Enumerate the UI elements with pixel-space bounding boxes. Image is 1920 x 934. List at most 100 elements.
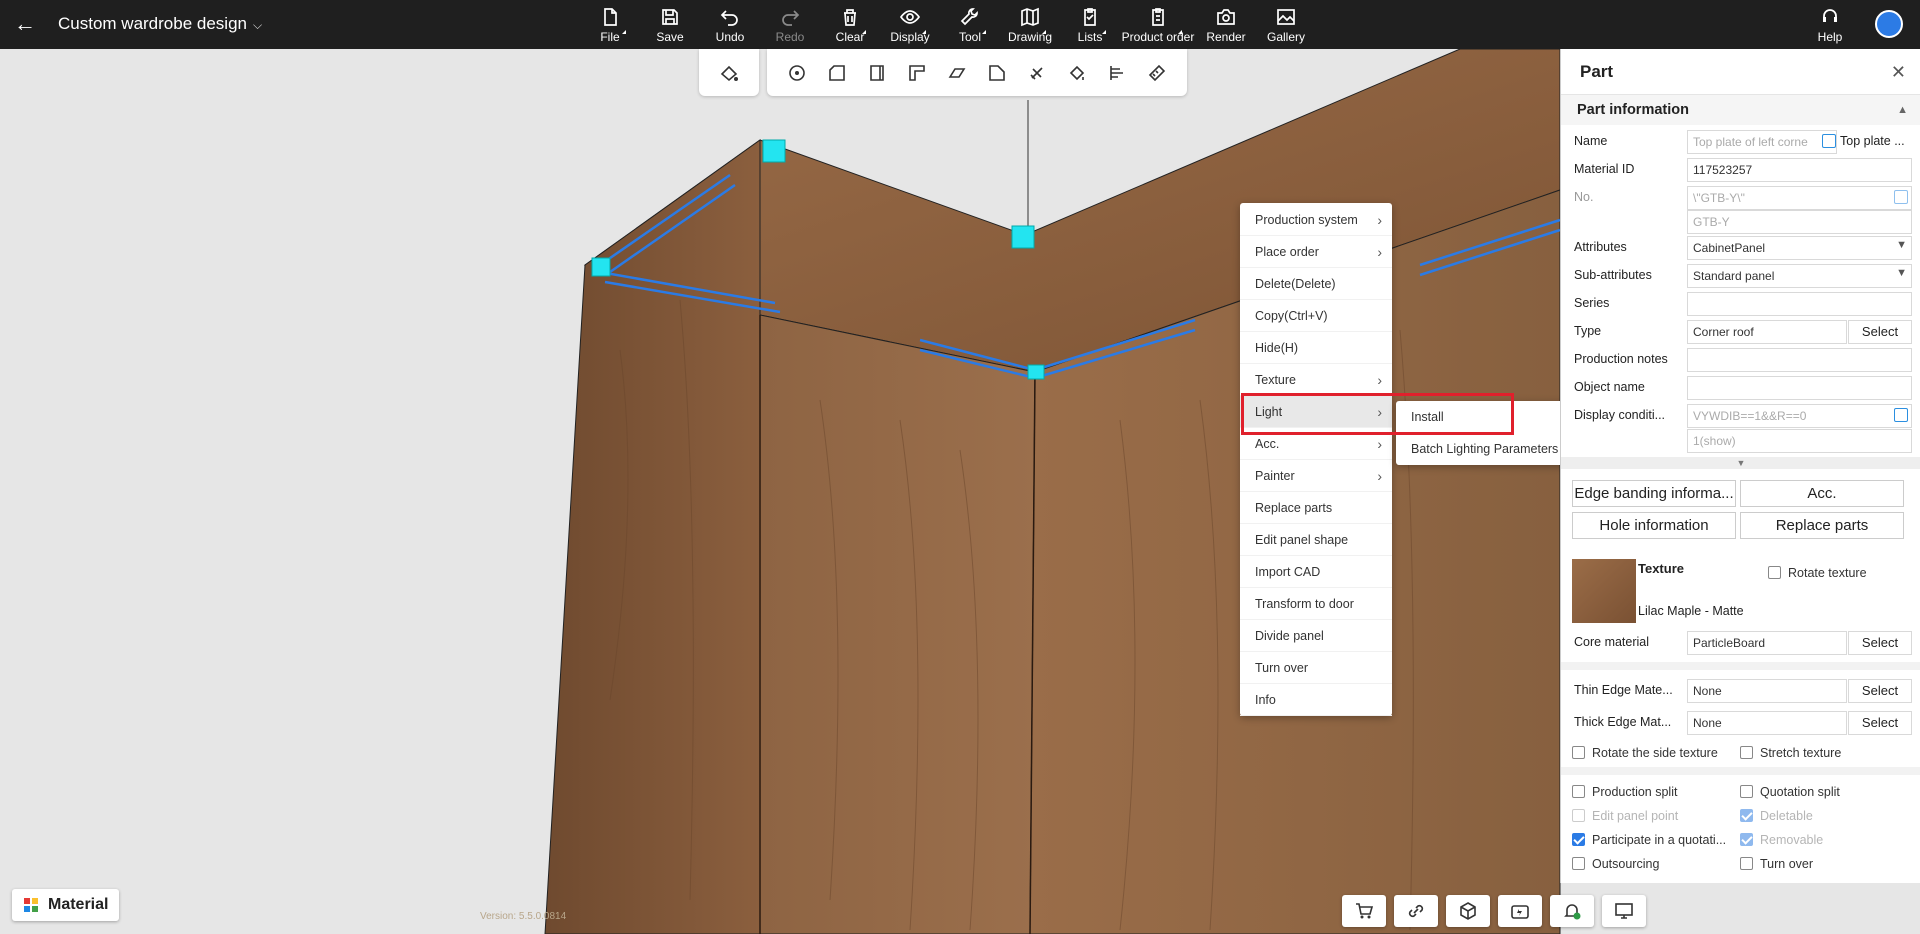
thick-edge-select-button[interactable]: Select — [1848, 711, 1912, 735]
cube-button[interactable] — [1446, 895, 1490, 927]
brush-icon[interactable] — [1017, 55, 1057, 91]
toolbar-save-button[interactable]: Save — [640, 2, 700, 48]
menu-item-texture[interactable]: Texture › — [1240, 364, 1392, 396]
material-button[interactable]: Material — [12, 889, 119, 921]
bevel-icon[interactable] — [937, 55, 977, 91]
cart-button[interactable] — [1342, 895, 1386, 927]
toolbar-gallery-label: Gallery — [1266, 29, 1305, 44]
rotate-side-texture-checkbox[interactable]: Rotate the side texture — [1572, 746, 1718, 760]
menu-item-divide-panel[interactable]: Divide panel — [1240, 620, 1392, 652]
align-left-icon[interactable] — [1097, 55, 1137, 91]
production-notes-label: Production notes — [1574, 352, 1668, 366]
save-icon — [662, 8, 678, 25]
texture-swatch[interactable] — [1572, 559, 1636, 623]
menu-item-production-system[interactable]: Production system › — [1240, 204, 1392, 236]
no-formula-field[interactable]: \"GTB-Y\" — [1687, 186, 1912, 210]
collapse-icon[interactable]: ▲ — [1897, 95, 1908, 125]
back-arrow-icon[interactable]: ← — [12, 12, 38, 38]
point-snap-icon[interactable] — [777, 55, 817, 91]
checkbox-icon — [1768, 566, 1781, 579]
stretch-texture-checkbox[interactable]: Stretch texture — [1740, 746, 1841, 760]
corner-notch-icon[interactable] — [897, 55, 937, 91]
toolbar-product-order-button[interactable]: Product order — [1120, 2, 1196, 48]
replace-parts-button[interactable]: Replace parts — [1740, 512, 1904, 539]
snapshot-button[interactable] — [1498, 895, 1542, 927]
deletable-checkbox: Deletable — [1740, 809, 1813, 823]
chevron-down-icon: ▼ — [1896, 239, 1907, 251]
hole-information-button[interactable]: Hole information — [1572, 512, 1736, 539]
expand-arrow-icon[interactable]: ▼ — [1561, 457, 1920, 469]
toolbar-render-button[interactable]: Render — [1196, 2, 1256, 48]
user-avatar[interactable] — [1875, 10, 1903, 38]
dropdown-corner-icon — [862, 30, 866, 34]
menu-item-label: Delete(Delete) — [1255, 277, 1336, 291]
production-notes-field[interactable] — [1687, 348, 1912, 372]
attributes-row: Attributes CabinetPanel ▼ — [1561, 236, 1920, 260]
toolbar-undo-button[interactable]: Undo — [700, 2, 760, 48]
ruler-icon[interactable] — [1137, 55, 1177, 91]
camera-icon — [1217, 8, 1235, 25]
menu-item-light[interactable]: Light › — [1240, 396, 1392, 428]
close-icon[interactable]: ✕ — [1891, 49, 1906, 95]
project-title: Custom wardrobe design — [58, 14, 247, 33]
name-field[interactable]: Top plate of left corne — [1687, 130, 1837, 154]
menu-item-acc[interactable]: Acc. › — [1240, 428, 1392, 460]
chevron-right-icon: › — [1377, 212, 1382, 228]
object-name-field[interactable] — [1687, 376, 1912, 400]
corner-cut-icon[interactable] — [817, 55, 857, 91]
calculator-icon[interactable] — [1822, 134, 1836, 148]
attributes-select[interactable]: CabinetPanel — [1687, 236, 1912, 260]
toolbar-lists-button[interactable]: Lists — [1060, 2, 1120, 48]
subattributes-select[interactable]: Standard panel — [1687, 264, 1912, 288]
menu-item-place-order[interactable]: Place order › — [1240, 236, 1392, 268]
display-condition-field[interactable]: VYWDIB==1&&R==0 — [1687, 404, 1912, 428]
submenu-item-install[interactable]: Install — [1396, 401, 1566, 433]
calculator-icon[interactable] — [1894, 408, 1908, 422]
toolbar-drawing-button[interactable]: Drawing — [1000, 2, 1060, 48]
menu-item-painter[interactable]: Painter › — [1240, 460, 1392, 492]
menu-item-edit-panel-shape[interactable]: Edit panel shape — [1240, 524, 1392, 556]
core-material-select-button[interactable]: Select — [1848, 631, 1912, 655]
menu-item-replace-parts[interactable]: Replace parts — [1240, 492, 1392, 524]
menu-item-hide-h[interactable]: Hide(H) — [1240, 332, 1392, 364]
help-button[interactable]: Help — [1805, 2, 1855, 48]
thin-edge-label: Thin Edge Mate... — [1574, 683, 1673, 697]
quotation-split-checkbox[interactable]: Quotation split — [1740, 785, 1840, 799]
rotate-texture-checkbox[interactable]: Rotate texture — [1768, 566, 1867, 580]
section-part-information[interactable]: Part information ▲ — [1561, 95, 1920, 125]
thin-edge-select-button[interactable]: Select — [1848, 679, 1912, 703]
fill-icon[interactable] — [1057, 55, 1097, 91]
menu-item-info[interactable]: Info — [1240, 684, 1392, 716]
link-button[interactable] — [1394, 895, 1438, 927]
toolbar-gallery-button[interactable]: Gallery — [1256, 2, 1316, 48]
production-split-checkbox[interactable]: Production split — [1572, 785, 1677, 799]
project-title-dropdown[interactable]: Custom wardrobe design ⌵ — [58, 14, 262, 34]
paint-bucket-icon[interactable] — [709, 55, 749, 91]
material-id-field[interactable]: 117523257 — [1687, 158, 1912, 182]
chamfer-icon[interactable] — [977, 55, 1017, 91]
menu-item-import-cad[interactable]: Import CAD — [1240, 556, 1392, 588]
toolbar-file-button[interactable]: File — [580, 2, 640, 48]
turn-over-checkbox[interactable]: Turn over — [1740, 857, 1813, 871]
menu-item-delete-delete[interactable]: Delete(Delete) — [1240, 268, 1392, 300]
screen-button[interactable] — [1602, 895, 1646, 927]
toolbar-clear-button[interactable]: Clear — [820, 2, 880, 48]
menu-item-transform-to-door[interactable]: Transform to door — [1240, 588, 1392, 620]
notification-button[interactable] — [1550, 895, 1594, 927]
toolbar-tool-button[interactable]: Tool — [940, 2, 1000, 48]
acc-button[interactable]: Acc. — [1740, 480, 1904, 507]
toolbar-display-button[interactable]: Display — [880, 2, 940, 48]
edge-slot-icon[interactable] — [857, 55, 897, 91]
menu-item-label: Texture — [1255, 373, 1296, 387]
edge-banding-button[interactable]: Edge banding informa... — [1572, 480, 1736, 507]
series-field[interactable] — [1687, 292, 1912, 316]
menu-item-turn-over[interactable]: Turn over — [1240, 652, 1392, 684]
cart-icon — [1356, 903, 1374, 919]
menu-item-label: Painter — [1255, 469, 1295, 483]
submenu-item-batch-lighting[interactable]: Batch Lighting Parameters — [1396, 433, 1566, 465]
menu-item-copy-ctrl-v[interactable]: Copy(Ctrl+V) — [1240, 300, 1392, 332]
calculator-icon[interactable] — [1894, 190, 1908, 204]
outsourcing-checkbox[interactable]: Outsourcing — [1572, 857, 1659, 871]
participate-quotation-checkbox[interactable]: Participate in a quotati... — [1572, 833, 1726, 847]
type-select-button[interactable]: Select — [1848, 320, 1912, 344]
